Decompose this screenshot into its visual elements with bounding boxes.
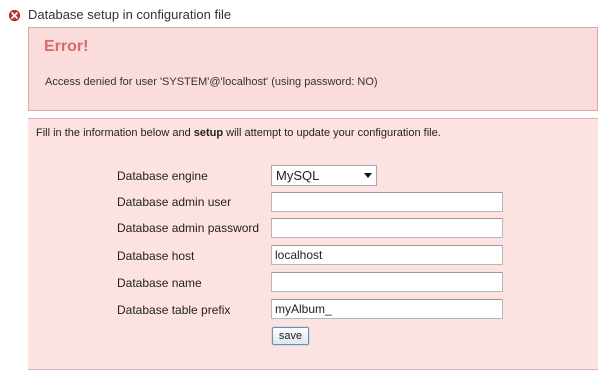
dropdown-arrow-icon [360,166,376,185]
database-admin-user-label: Database admin user [117,195,232,209]
error-icon [9,9,20,21]
database-table-prefix-input[interactable] [271,299,503,319]
error-message: Access denied for user 'SYSTEM'@'localho… [45,76,378,88]
database-engine-select[interactable]: MySQL [271,165,377,186]
database-engine-label: Database engine [117,169,208,183]
setup-intro-text: Fill in the information below and setup … [36,127,441,139]
database-engine-value: MySQL [276,168,320,183]
intro-text-bold: setup [193,127,224,139]
section-header: Database setup in configuration file [9,6,231,24]
error-panel: Error! Access denied for user 'SYSTEM'@'… [28,27,598,111]
database-name-input[interactable] [271,272,503,292]
database-admin-password-input[interactable] [271,218,503,238]
setup-page: Database setup in configuration file Err… [0,0,607,375]
intro-text-end: will attempt to update your configuratio… [223,127,441,139]
database-admin-password-label: Database admin password [117,221,260,235]
database-name-label: Database name [117,276,202,290]
section-title: Database setup in configuration file [28,7,232,22]
database-host-label: Database host [117,249,195,263]
error-title: Error! [44,38,89,55]
database-host-input[interactable] [271,245,503,265]
intro-text-start: Fill in the information below and [36,127,194,139]
database-admin-user-input[interactable] [271,192,503,212]
setup-form-panel: Fill in the information below and setup … [28,118,598,370]
save-button[interactable]: save [272,327,309,345]
database-table-prefix-label: Database table prefix [117,303,231,317]
